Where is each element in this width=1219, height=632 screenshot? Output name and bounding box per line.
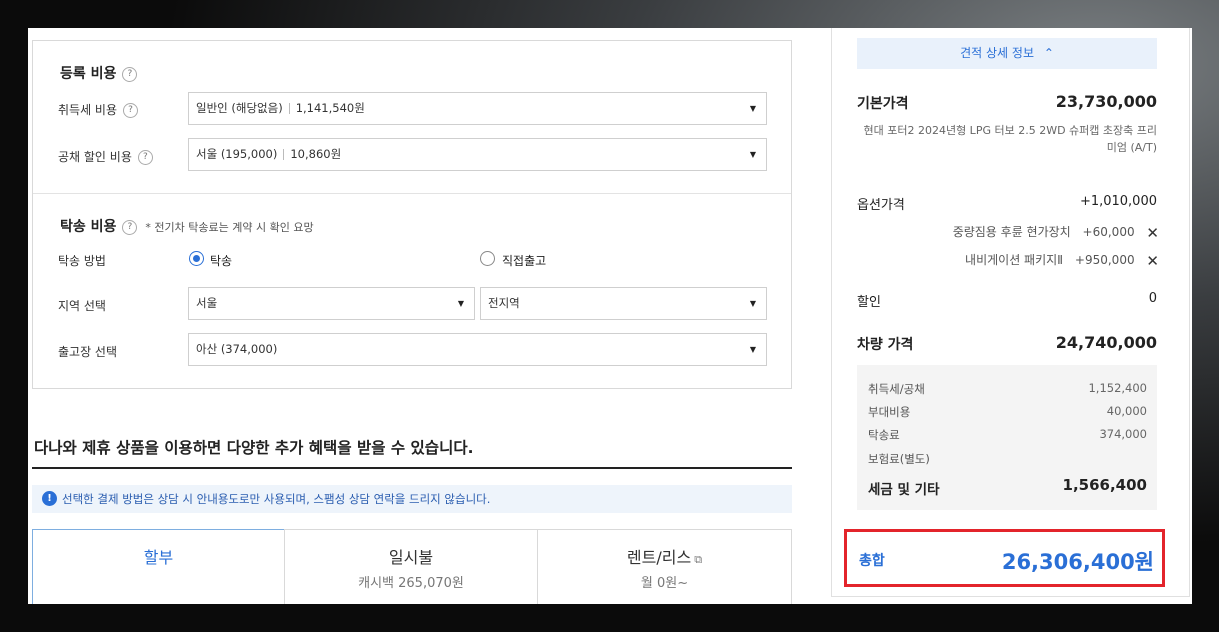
close-icon[interactable]: ✕: [1146, 252, 1159, 270]
caret-down-icon: ▼: [749, 104, 756, 113]
discount-value: 0: [1148, 291, 1157, 306]
total-box: 총합 26,306,400원: [844, 529, 1165, 587]
bond-select[interactable]: 서울 (195,000) 10,860원 ▼: [188, 138, 767, 171]
tab-rent-lease-sub: 월 0원~: [640, 576, 689, 591]
fee-value: 40,000: [1106, 404, 1147, 418]
tab-rent-lease-label: 렌트/리스: [626, 548, 692, 567]
tab-rent-lease-title: 렌트/리스 ⧉: [538, 544, 791, 568]
district-select[interactable]: 전지역 ▼: [480, 287, 767, 320]
estimate-detail-label: 견적 상세 정보: [960, 46, 1034, 60]
option-price: +950,000: [1074, 253, 1135, 267]
page-frame: 등록 비용? 취득세 비용? 일반인 (해당없음) 1,141,540원 ▼ 공채…: [28, 28, 1192, 604]
acq-tax-value: 일반인 (해당없음): [196, 101, 283, 115]
bond-value: 서울 (195,000): [196, 147, 278, 161]
total-value: 26,306,400원: [1001, 550, 1154, 574]
delivery-title: 탁송 비용? * 전기차 탁송료는 계약 시 확인 요망: [60, 216, 314, 236]
caret-down-icon: ▼: [749, 299, 756, 308]
separator: [288, 103, 290, 114]
option-price-value: +1,010,000: [1079, 194, 1157, 209]
delivery-method-label: 탁송 방법: [58, 254, 106, 268]
radio-pickup-label[interactable]: 직접출고: [502, 252, 546, 269]
base-price-label: 기본가격: [857, 96, 909, 112]
radio-delivery[interactable]: [189, 251, 204, 266]
copy-icon: ⧉: [694, 553, 703, 566]
base-price-value: 23,730,000: [1055, 92, 1157, 111]
tab-installment[interactable]: 할부: [32, 529, 285, 604]
fee-label: 보험료(별도): [868, 452, 930, 466]
acq-tax-select[interactable]: 일반인 (해당없음) 1,141,540원 ▼: [188, 92, 767, 125]
depot-label: 출고장 선택: [58, 345, 118, 359]
region-select[interactable]: 서울 ▼: [188, 287, 475, 320]
vehicle-price-label: 차량 가격: [857, 337, 914, 353]
promo-title: 다나와 제휴 상품을 이용하면 다양한 추가 혜택을 받을 수 있습니다.: [34, 439, 474, 457]
option-price: +60,000: [1082, 225, 1135, 239]
bond-label-text: 공채 할인 비용: [58, 150, 132, 164]
vehicle-price-value: 24,740,000: [1055, 333, 1157, 352]
bond-label: 공채 할인 비용?: [58, 148, 153, 165]
bond-amount: 10,860원: [290, 147, 342, 161]
tab-installment-label: 할부: [143, 548, 174, 567]
tax-total-label: 세금 및 기타: [868, 482, 940, 498]
fee-value: 1,152,400: [1088, 381, 1147, 395]
estimate-detail-button[interactable]: 견적 상세 정보 ⌃: [857, 38, 1157, 69]
radio-delivery-label[interactable]: 탁송: [210, 252, 232, 269]
tab-lump-sum-sub: 캐시백 265,070원: [358, 576, 464, 591]
fee-value: 374,000: [1099, 427, 1147, 441]
separator: [283, 149, 285, 160]
delivery-note: * 전기차 탁송료는 계약 시 확인 요망: [145, 221, 314, 234]
promo-divider: [32, 467, 792, 469]
option-name: 내비게이션 패키지Ⅱ: [965, 253, 1064, 267]
estimate-summary-panel: 견적 상세 정보 ⌃ 기본가격 23,730,000 현대 포터2 2024년형…: [831, 28, 1190, 597]
radio-pickup[interactable]: [480, 251, 495, 266]
region-value: 서울: [196, 296, 218, 310]
option-name: 중량짐용 후륜 현가장치: [952, 225, 1071, 239]
caret-down-icon: ▼: [749, 345, 756, 354]
tax-total-value: 1,566,400: [1062, 476, 1147, 494]
question-icon[interactable]: ?: [122, 66, 138, 82]
cost-settings-box: 등록 비용? 취득세 비용? 일반인 (해당없음) 1,141,540원 ▼ 공채…: [32, 40, 792, 389]
fee-label: 부대비용: [868, 405, 911, 419]
acq-tax-label-text: 취득세 비용: [58, 103, 118, 117]
info-bar: ! 선택한 결제 방법은 상담 시 안내용도로만 사용되며, 스팸성 상담 연락…: [32, 485, 792, 513]
question-icon[interactable]: ?: [122, 219, 138, 235]
registration-title-text: 등록 비용: [60, 66, 117, 82]
option-item: 중량짐용 후륜 현가장치 +60,000 ✕: [953, 223, 1159, 242]
close-icon[interactable]: ✕: [1146, 224, 1159, 242]
question-icon[interactable]: ?: [137, 150, 153, 165]
tab-rent-lease[interactable]: 렌트/리스 ⧉ 월 0원~: [537, 529, 792, 604]
fees-box: 취득세/공채 1,152,400 부대비용 40,000 탁송료 374,000…: [857, 365, 1157, 510]
caret-down-icon: ▼: [457, 299, 464, 308]
tab-lump-sum-label: 일시불: [388, 548, 434, 567]
model-description: 현대 포터2 2024년형 LPG 터보 2.5 2WD 슈퍼캡 초장축 프리미…: [863, 124, 1157, 154]
depot-select[interactable]: 아산 (374,000) ▼: [188, 333, 767, 366]
depot-value: 아산 (374,000): [196, 342, 278, 356]
chevron-up-icon: ⌃: [1043, 46, 1054, 60]
fee-label: 탁송료: [868, 428, 900, 442]
option-price-label: 옵션가격: [857, 198, 905, 213]
info-text: 선택한 결제 방법은 상담 시 안내용도로만 사용되며, 스팸성 상담 연락을 …: [62, 492, 491, 506]
delivery-title-text: 탁송 비용: [60, 219, 117, 235]
caret-down-icon: ▼: [749, 150, 756, 159]
total-label: 총합: [859, 553, 885, 569]
section-divider: [33, 193, 791, 194]
acq-tax-amount: 1,141,540원: [295, 101, 365, 115]
tab-lump-sum[interactable]: 일시불 캐시백 265,070원: [284, 529, 538, 604]
acq-tax-label: 취득세 비용?: [58, 101, 139, 118]
discount-label: 할인: [857, 295, 881, 310]
question-icon[interactable]: ?: [123, 103, 139, 118]
registration-title: 등록 비용?: [60, 63, 138, 83]
district-value: 전지역: [488, 296, 520, 310]
option-item: 내비게이션 패키지Ⅱ +950,000 ✕: [965, 251, 1159, 270]
info-icon: !: [42, 491, 57, 506]
fee-label: 취득세/공채: [868, 382, 925, 396]
region-label: 지역 선택: [58, 299, 106, 313]
